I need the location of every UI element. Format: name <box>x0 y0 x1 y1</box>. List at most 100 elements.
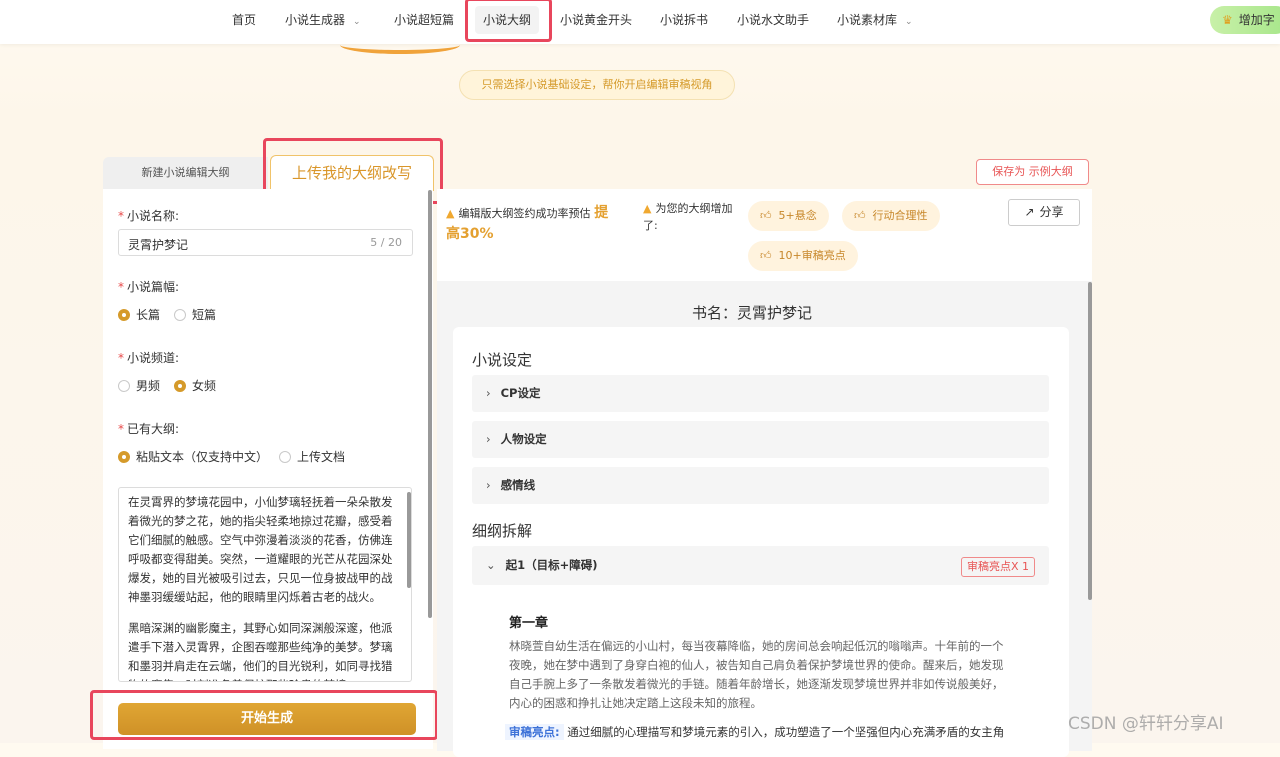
review-highlight-key: 审稿亮点: <box>505 724 564 740</box>
radio-selected-icon <box>118 309 130 321</box>
review-highlight-text: 通过细腻的心理描写和梦境元素的引入，成功塑造了一个坚强但内心充满矛盾的女主角 <box>567 725 1005 739</box>
nav-material-library-label: 小说素材库 <box>837 13 898 27</box>
chevron-right-icon: › <box>486 478 491 492</box>
radio-selected-icon <box>174 380 186 392</box>
nav-filler-assistant[interactable]: 小说水文助手 <box>737 0 809 40</box>
added-hint: ▲ 为您的大纲增加了: <box>643 200 743 234</box>
length-radio-long[interactable]: 长篇 <box>118 306 160 323</box>
channel-radio-male[interactable]: 男频 <box>118 377 160 394</box>
save-as-example-button[interactable]: 保存为 示例大纲 <box>976 159 1089 185</box>
existing-outline-label: * 已有大纲: <box>118 422 180 436</box>
novel-length-label-text: 小说篇幅: <box>127 280 180 294</box>
radio-unselected-icon <box>279 451 291 463</box>
radio-unselected-icon <box>118 380 130 392</box>
nav-golden-opening-label: 小说黄金开头 <box>560 13 633 27</box>
chevron-down-icon: ⌄ <box>353 17 361 27</box>
novel-name-label-text: 小说名称: <box>127 209 180 223</box>
added-hint-text: 为您的大纲增加了: <box>643 202 733 232</box>
review-highlight-badge-text: 审稿亮点X 1 <box>966 560 1030 573</box>
result-scrollbar[interactable] <box>1088 282 1092 600</box>
success-rate-text: 编辑版大纲签约成功率预估 <box>458 207 591 220</box>
novel-name-input[interactable]: 灵霄护梦记 5 / 20 <box>118 229 413 256</box>
nav-short-story[interactable]: 小说超短篇 <box>394 0 454 40</box>
upgrade-button[interactable]: ♛ 增加字 <box>1210 6 1280 34</box>
tag-rationality: 👍︎ 行动合理性 <box>842 201 940 231</box>
nav-novel-generator-label: 小说生成器 <box>285 13 346 27</box>
upgrade-label: 增加字 <box>1238 13 1275 27</box>
accordion-act-one-label: 起1（目标+障碍) <box>505 558 598 572</box>
novel-length-label: * 小说篇幅: <box>118 280 180 294</box>
tag-suspense: 👍︎ 5+悬念 <box>748 201 829 231</box>
tab-new-outline[interactable]: 新建小说编辑大纲 <box>103 157 268 189</box>
nav-home[interactable]: 首页 <box>232 0 256 40</box>
novel-name-counter: 5 / 20 <box>370 236 402 249</box>
accordion-romance-line[interactable]: › 感情线 <box>472 467 1049 504</box>
nav-filler-assistant-label: 小说水文助手 <box>737 13 810 27</box>
thumbs-up-icon: 👍︎ <box>760 249 772 262</box>
channel-male-label: 男频 <box>136 379 161 393</box>
novel-name-value: 灵霄护梦记 <box>128 238 189 252</box>
channel-female-label: 女频 <box>192 379 217 393</box>
radio-unselected-icon <box>174 309 186 321</box>
crown-icon: ♛ <box>1222 13 1233 27</box>
textarea-scrollbar[interactable] <box>407 492 411 588</box>
tag-rationality-text: 行动合理性 <box>872 209 928 222</box>
novel-channel-label-text: 小说频道: <box>127 351 180 365</box>
highlight-box-nav <box>465 0 552 42</box>
highlight-box-generate <box>90 690 438 740</box>
length-short-label: 短篇 <box>192 308 217 322</box>
decorative-swoosh <box>340 36 460 54</box>
chevron-right-icon: › <box>486 386 491 400</box>
bell-icon: ▲ <box>446 207 455 220</box>
nav-short-story-label: 小说超短篇 <box>394 13 455 27</box>
section-detailed-outline: 细纲拆解 <box>472 522 533 540</box>
radio-selected-icon <box>118 451 130 463</box>
nav-home-label: 首页 <box>232 13 257 27</box>
outline-paragraph-1: 在灵霄界的梦境花园中，小仙梦璃轻抚着一朵朵散发着微光的梦之花，她的指尖轻柔地掠过… <box>128 495 393 604</box>
share-label: 分享 <box>1039 205 1064 219</box>
tag-suspense-text: 5+悬念 <box>778 209 817 222</box>
tag-highlights: 👍︎ 10+审稿亮点 <box>748 241 858 271</box>
section-novel-settings: 小说设定 <box>472 351 533 369</box>
accordion-cp-settings[interactable]: › CP设定 <box>472 375 1049 412</box>
outline-paragraph-2: 黑暗深渊的幽影魔主，其野心如同深渊般深邃，他派遣手下潜入灵霄界，企图吞噬那些纯净… <box>128 621 393 681</box>
thumbs-up-icon: 👍︎ <box>854 209 866 222</box>
save-as-example-label: 保存为 示例大纲 <box>992 165 1073 178</box>
share-button[interactable]: ↗ 分享 <box>1008 199 1080 226</box>
chevron-down-icon: ⌄ <box>905 17 913 27</box>
novel-channel-label: * 小说频道: <box>118 351 180 365</box>
hero-hint-pill: 只需选择小说基础设定，帮你开启编辑审稿视角 <box>459 70 735 100</box>
nav-book-breakdown[interactable]: 小说拆书 <box>660 0 708 40</box>
review-highlight-badge: 审稿亮点X 1 <box>961 557 1035 577</box>
outline-radio-paste[interactable]: 粘贴文本（仅支持中文） <box>118 448 268 465</box>
review-highlight-line: 审稿亮点: 通过细腻的心理描写和梦境元素的引入，成功塑造了一个坚强但内心充满矛盾… <box>505 722 1030 742</box>
share-icon: ↗ <box>1024 205 1035 219</box>
thumbs-up-icon: 👍︎ <box>760 209 772 222</box>
top-nav-bar: 首页 小说生成器 ⌄ 小说超短篇 小说大纲 小说黄金开头 小说拆书 小说水文助手 … <box>0 0 1280 44</box>
nav-golden-opening[interactable]: 小说黄金开头 <box>560 0 632 40</box>
length-radio-short[interactable]: 短篇 <box>174 306 216 323</box>
channel-radio-female[interactable]: 女频 <box>174 377 216 394</box>
bell-icon: ▲ <box>643 202 652 215</box>
book-title: 书名：灵霄护梦记 <box>691 304 812 322</box>
watermark: CSDN @轩轩分享AI <box>1068 714 1224 734</box>
nav-material-library[interactable]: 小说素材库 ⌄ <box>837 0 913 40</box>
outline-paste-label: 粘贴文本（仅支持中文） <box>136 450 269 464</box>
nav-book-breakdown-label: 小说拆书 <box>660 13 709 27</box>
left-panel-scrollbar[interactable] <box>428 190 432 618</box>
hero-hint-text: 只需选择小说基础设定，帮你开启编辑审稿视角 <box>481 78 713 91</box>
nav-novel-generator[interactable]: 小说生成器 ⌄ <box>285 0 361 40</box>
tab-new-outline-label: 新建小说编辑大纲 <box>141 166 230 179</box>
success-rate-em2: 高30% <box>446 226 494 242</box>
outline-textarea[interactable]: 在灵霄界的梦境花园中，小仙梦璃轻抚着一朵朵散发着微光的梦之花，她的指尖轻柔地掠过… <box>118 487 412 682</box>
accordion-character-label: 人物设定 <box>500 432 547 446</box>
chevron-right-icon: › <box>486 432 491 446</box>
outline-radio-upload[interactable]: 上传文档 <box>279 448 345 465</box>
existing-outline-label-text: 已有大纲: <box>127 422 180 436</box>
success-rate-em1: 提 <box>594 205 609 221</box>
accordion-character-settings[interactable]: › 人物设定 <box>472 421 1049 458</box>
accordion-romance-label: 感情线 <box>500 478 536 492</box>
accordion-cp-label: CP设定 <box>500 386 541 400</box>
chapter-summary: 林晓萱自幼生活在偏远的小山村，每当夜幕降临，她的房间总会响起低沉的嗡嗡声。十年前… <box>509 639 1004 710</box>
novel-name-label: * 小说名称: <box>118 209 180 223</box>
